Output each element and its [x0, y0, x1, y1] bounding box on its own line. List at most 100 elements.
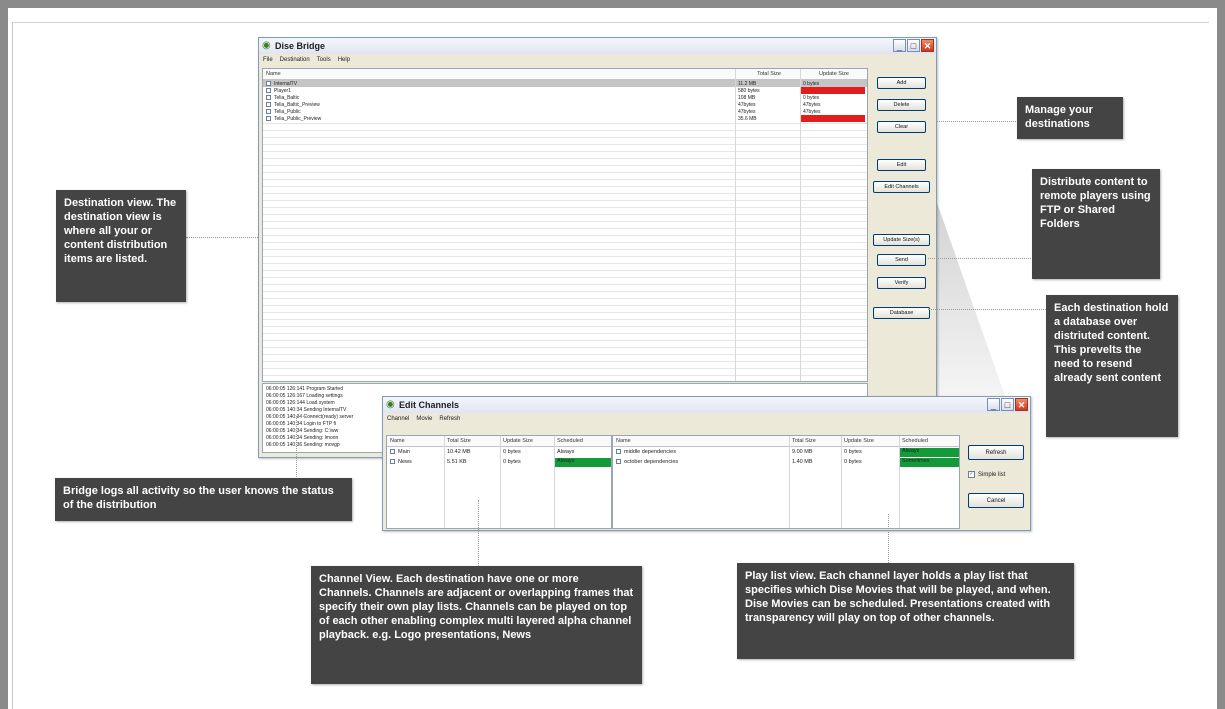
- minimize-button[interactable]: _: [987, 398, 1000, 411]
- playlist-header: Name Total Size Update Size Scheduled: [613, 436, 959, 447]
- table-row[interactable]: InternalTV 11.2 MB 0 bytes: [263, 80, 867, 87]
- cell-scheduled: Always: [557, 449, 575, 455]
- table-row[interactable]: ✓middle dependencies9.00 MB0 bytesAlways: [613, 447, 959, 457]
- update-size-button[interactable]: Update Size(s): [873, 234, 930, 246]
- menu-movie[interactable]: Movie: [416, 416, 432, 422]
- menu-file[interactable]: File: [263, 57, 273, 63]
- column-name[interactable]: Name: [263, 71, 735, 77]
- title-bar: ◉ Edit Channels _ □ ✕: [383, 397, 1030, 413]
- simple-list-label: Simple list: [978, 471, 1006, 478]
- cell-name: ✓Player1: [263, 88, 735, 94]
- divider: [12, 22, 1209, 23]
- checkbox-icon[interactable]: ✓: [266, 87, 271, 93]
- app-icon: ◉: [386, 399, 395, 410]
- cell-total-size: 47bytes: [738, 108, 756, 115]
- clear-button[interactable]: Clear: [877, 121, 926, 133]
- cell-name: ✓Telia_Baltic_Preview: [263, 102, 735, 108]
- maximize-button[interactable]: □: [1001, 398, 1014, 411]
- column-name[interactable]: Name: [613, 438, 789, 444]
- column-scheduled[interactable]: Scheduled: [554, 438, 611, 444]
- cell-text: News: [398, 459, 412, 465]
- checkbox-icon[interactable]: ✓: [616, 459, 621, 465]
- leader-line: [928, 258, 1031, 259]
- callout-destination-view: Destination view. The destination view i…: [56, 190, 186, 302]
- maximize-button[interactable]: □: [907, 39, 920, 52]
- table-row[interactable]: ✓News5.51 KB0 bytesAlways: [387, 457, 611, 467]
- menu-help[interactable]: Help: [338, 57, 350, 63]
- cell-update-size: [800, 87, 865, 94]
- edit-channels-button[interactable]: Edit Channels: [873, 181, 930, 193]
- cell-name: ✓Telia_Baltic: [263, 95, 735, 101]
- menu-tools[interactable]: Tools: [317, 57, 331, 63]
- checkbox-icon[interactable]: ✓: [266, 108, 271, 114]
- channel-list[interactable]: Name Total Size Update Size Scheduled ✓M…: [386, 435, 612, 529]
- column-update-size[interactable]: Update Size: [800, 71, 865, 77]
- cell-name: ✓Telia_Public: [263, 109, 735, 115]
- callout-channel-view: Channel View. Each destination have one …: [311, 566, 642, 684]
- refresh-button[interactable]: Refresh: [968, 445, 1024, 460]
- checkbox-icon[interactable]: ✓: [390, 459, 395, 465]
- menu-channel[interactable]: Channel: [387, 416, 409, 422]
- database-button[interactable]: Database: [873, 307, 930, 319]
- cell-scheduled: Always: [554, 457, 611, 467]
- cell-scheduled: Always: [899, 447, 959, 457]
- edit-button[interactable]: Edit: [877, 159, 926, 171]
- minimize-button[interactable]: _: [893, 39, 906, 52]
- cell-text: Telia_Baltic_Preview: [274, 101, 320, 108]
- column-update-size[interactable]: Update Size: [841, 438, 899, 444]
- column-scheduled[interactable]: Scheduled: [899, 438, 959, 444]
- cancel-button[interactable]: Cancel: [968, 493, 1024, 508]
- send-button[interactable]: Send: [877, 254, 926, 266]
- cell-name: ✓News: [387, 459, 444, 465]
- simple-list-checkbox[interactable]: ✓ Simple list: [968, 471, 1005, 478]
- app-icon: ◉: [262, 40, 271, 51]
- checkbox-icon[interactable]: ✓: [390, 449, 395, 455]
- column-total-size[interactable]: Total Size: [789, 438, 841, 444]
- leader-line: [928, 309, 1046, 310]
- cell-total-size: 9.00 MB: [792, 449, 813, 455]
- close-button[interactable]: ✕: [921, 39, 934, 52]
- menu-bar: File Destination Tools Help: [259, 54, 936, 65]
- checkbox-icon[interactable]: ✓: [616, 449, 621, 455]
- window-title: Dise Bridge: [275, 41, 326, 51]
- table-row[interactable]: ✓Telia_Public47bytes47bytes: [263, 108, 867, 115]
- leader-line: [478, 500, 479, 566]
- callout-distribute: Distribute content to remote players usi…: [1032, 169, 1160, 279]
- table-row[interactable]: ✓Main10.42 MB0 bytesAlways: [387, 447, 611, 457]
- list-grid: [263, 117, 867, 381]
- checkbox-icon[interactable]: ✓: [266, 94, 271, 100]
- table-row[interactable]: ✓october dependencies1.40 MB0 bytesSomet…: [613, 457, 959, 467]
- cell-text: Main: [398, 449, 410, 455]
- cell-text: Player1: [274, 87, 291, 94]
- cell-update-size: 0 bytes: [803, 94, 820, 101]
- table-row[interactable]: ✓Telia_Baltic108 MB0 bytes: [263, 94, 867, 101]
- callout-logs: Bridge logs all activity so the user kno…: [55, 478, 352, 521]
- leader-line: [186, 237, 258, 238]
- leader-line: [296, 416, 318, 417]
- cell-name: ✓Main: [387, 449, 444, 455]
- leader-line: [937, 121, 1016, 122]
- verify-button[interactable]: Verify: [877, 277, 926, 289]
- column-name[interactable]: Name: [387, 438, 444, 444]
- table-row[interactable]: ✓Telia_Baltic_Preview47bytes47bytes: [263, 101, 867, 108]
- column-update-size[interactable]: Update Size: [500, 438, 554, 444]
- column-total-size[interactable]: Total Size: [444, 438, 500, 444]
- callout-manage-destinations: Manage your destinations: [1017, 97, 1123, 139]
- cell-text: InternalTV: [274, 80, 298, 87]
- destination-list[interactable]: Name Total Size Update Size InternalTV 11…: [262, 68, 868, 382]
- playlist-list[interactable]: Name Total Size Update Size Scheduled ✓m…: [612, 435, 960, 529]
- cell-update-size: 47bytes: [803, 108, 821, 115]
- checkbox-icon[interactable]: [266, 80, 271, 86]
- checkbox-icon: ✓: [968, 471, 975, 478]
- checkbox-icon[interactable]: ✓: [266, 101, 271, 107]
- title-bar: ◉ Dise Bridge _ □ ✕: [259, 38, 936, 54]
- close-button[interactable]: ✕: [1015, 398, 1028, 411]
- menu-refresh[interactable]: Refresh: [439, 416, 460, 422]
- column-total-size[interactable]: Total Size: [735, 71, 800, 77]
- menu-destination[interactable]: Destination: [280, 57, 310, 63]
- add-button[interactable]: Add: [877, 77, 926, 89]
- delete-button[interactable]: Delete: [877, 99, 926, 111]
- cell-total-size: 11.2 MB: [738, 80, 757, 87]
- table-row[interactable]: ✓Player1580 bytes: [263, 87, 867, 94]
- cell-name: ✓middle dependencies: [613, 449, 789, 455]
